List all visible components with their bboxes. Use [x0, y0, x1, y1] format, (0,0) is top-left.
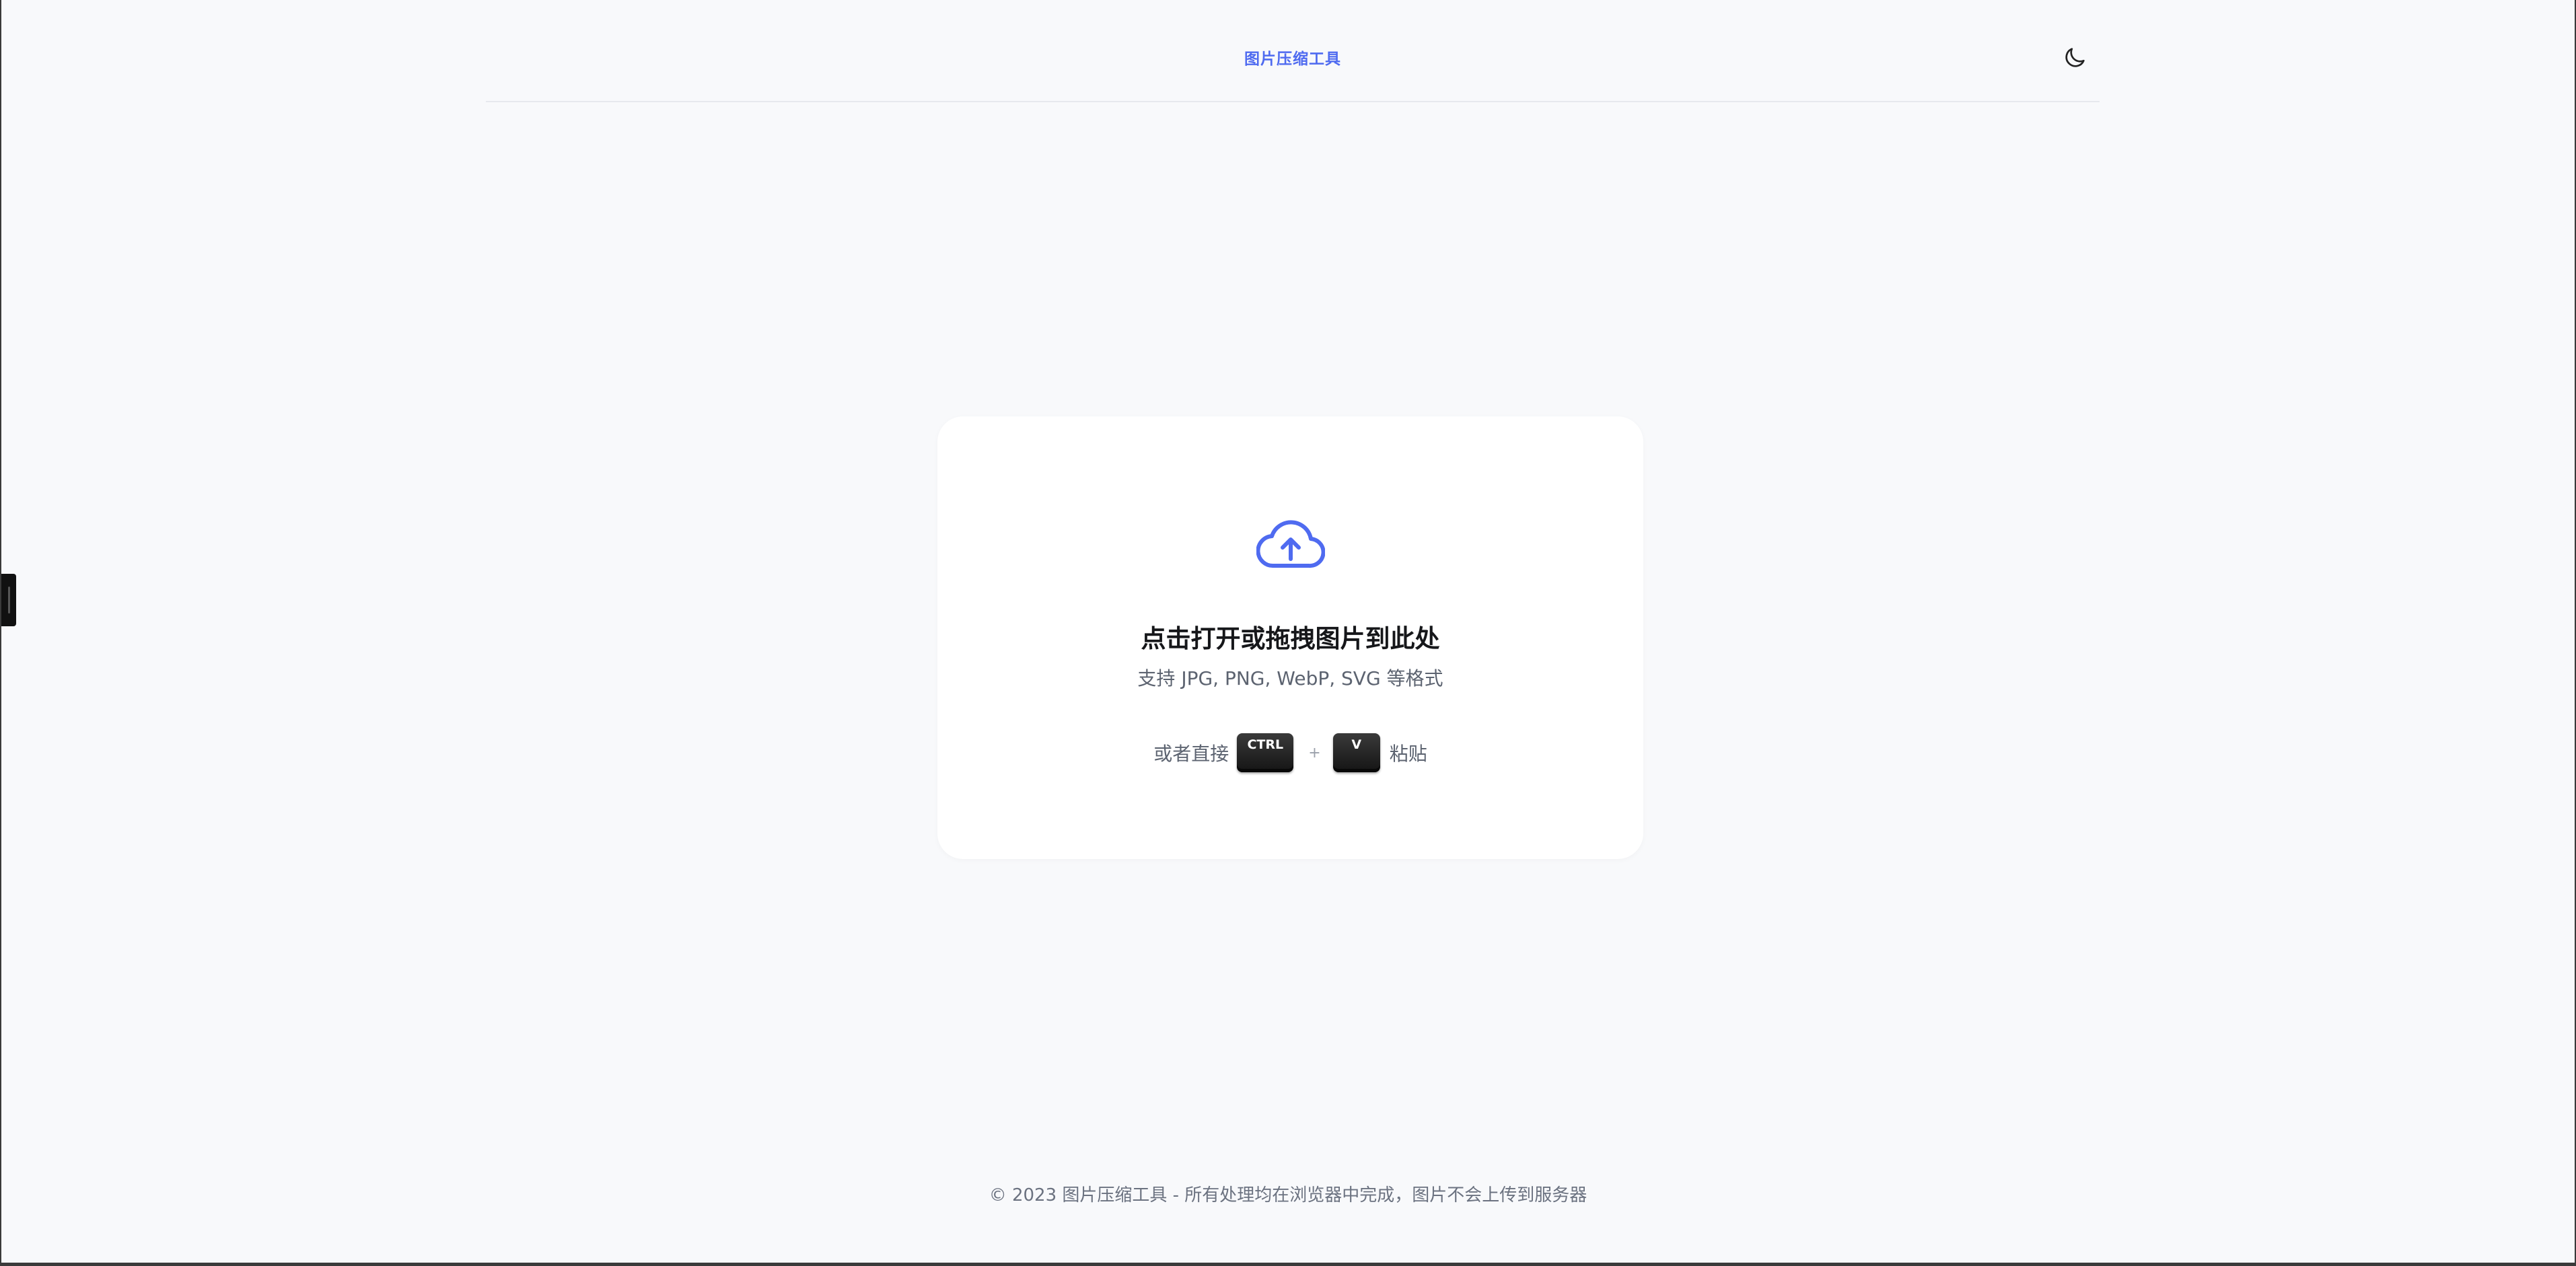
cloud-upload-icon — [1256, 520, 1325, 568]
footer-text: © 2023 图片压缩工具 - 所有处理均在浏览器中完成，图片不会上传到服务器 — [989, 1185, 1587, 1205]
shortcut-suffix: 粘贴 — [1389, 743, 1427, 765]
shortcut-prefix: 或者直接 — [1153, 743, 1229, 765]
app-window: 图片压缩工具 点击打开或拖拽图片到此处 支持 JPG, PNG, WebP, S… — [0, 0, 2576, 1266]
plus-sign: + — [1308, 744, 1321, 761]
theme-toggle-button[interactable] — [2057, 40, 2092, 75]
upload-title: 点击打开或拖拽图片到此处 — [1141, 624, 1440, 653]
header: 图片压缩工具 — [486, 0, 2100, 102]
supported-formats-text: 支持 JPG, PNG, WebP, SVG 等格式 — [1137, 667, 1443, 690]
v-key: V — [1332, 733, 1380, 772]
ctrl-key: CTRL — [1237, 733, 1294, 772]
side-drawer-handle[interactable] — [1, 574, 16, 626]
paste-shortcut-hint: 或者直接 CTRL + V 粘贴 — [937, 733, 1643, 773]
upload-dropzone[interactable]: 点击打开或拖拽图片到此处 支持 JPG, PNG, WebP, SVG 等格式 … — [937, 416, 1643, 859]
moon-icon — [2065, 48, 2085, 67]
brand-title[interactable]: 图片压缩工具 — [486, 46, 2100, 69]
